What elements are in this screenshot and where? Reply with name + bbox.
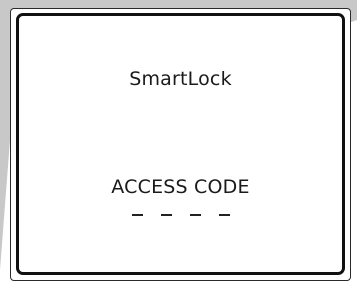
access-code-input[interactable] xyxy=(19,214,342,216)
code-slot xyxy=(131,214,143,216)
app-title: SmartLock xyxy=(129,68,232,90)
code-slot xyxy=(218,214,230,216)
lock-display: SmartLock ACCESS CODE xyxy=(16,13,345,275)
access-code-label: ACCESS CODE xyxy=(111,176,250,198)
code-slot xyxy=(189,214,201,216)
code-slot xyxy=(160,214,172,216)
